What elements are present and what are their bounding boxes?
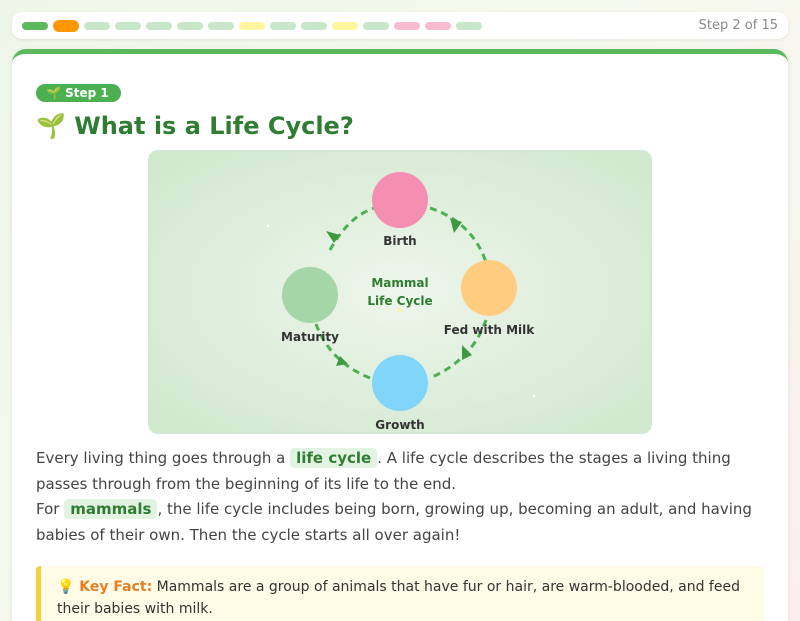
progress-step-15[interactable] (456, 21, 482, 30)
progress-step-6[interactable] (177, 21, 203, 30)
para2-text-before: For (36, 500, 60, 518)
paragraph-mammals: For mammals, the life cycle includes bei… (36, 497, 766, 548)
stage-birth-circle (372, 172, 428, 228)
stage-label-maturity: Maturity (281, 330, 339, 344)
stage-label-milk: Fed with Milk (443, 323, 535, 337)
progress-step-7[interactable] (208, 21, 234, 30)
stage-maturity-circle (282, 267, 338, 323)
key-fact-box: 💡 Key Fact: Mammals are a group of anima… (36, 566, 764, 621)
diagram-center-label: Mammal Life Cycle (367, 274, 432, 310)
arrowhead-icon (326, 231, 340, 243)
progress-step-10[interactable] (301, 21, 327, 30)
progress-step-2[interactable] (53, 19, 79, 32)
arrowhead-icon (450, 218, 462, 233)
progress-step-3[interactable] (84, 21, 110, 30)
lesson-card: 🌱 Step 1 🌱 What is a Life Cycle? Birth F… (12, 49, 788, 621)
progress-bar: Step 2 of 15 (12, 12, 788, 39)
life-cycle-diagram: Birth Fed with Milk Growth Maturity Mamm… (148, 150, 652, 434)
page-title: 🌱 What is a Life Cycle? (36, 112, 354, 140)
key-fact-label: 💡 Key Fact: (57, 579, 153, 595)
term-mammals: mammals (64, 499, 158, 519)
step-counter: Step 2 of 15 (698, 18, 778, 33)
term-life-cycle: life cycle (290, 448, 378, 468)
progress-step-12[interactable] (363, 21, 389, 30)
stage-milk-circle (461, 260, 517, 316)
stage-growth-circle (372, 355, 428, 411)
sparkle-dot (532, 394, 536, 398)
progress-step-5[interactable] (146, 21, 172, 30)
progress-step-11[interactable] (332, 21, 358, 30)
center-line-1: Mammal (371, 276, 429, 290)
sparkle-dot (266, 224, 270, 228)
progress-step-1[interactable] (22, 21, 48, 30)
progress-step-13[interactable] (394, 21, 420, 30)
stage-label-growth: Growth (375, 418, 425, 432)
progress-step-4[interactable] (115, 21, 141, 30)
arrowhead-icon (462, 345, 472, 360)
progress-step-14[interactable] (425, 21, 451, 30)
center-line-2: Life Cycle (367, 294, 433, 308)
progress-step-8[interactable] (239, 21, 265, 30)
progress-step-9[interactable] (270, 21, 296, 30)
arrow-birth-to-milk (429, 206, 488, 263)
key-fact-text: Mammals are a group of animals that have… (57, 579, 740, 617)
paragraph-intro: Every living thing goes through a life c… (36, 446, 766, 497)
stage-label-birth: Birth (383, 234, 417, 248)
step-badge: 🌱 Step 1 (36, 84, 121, 102)
progress-steps (22, 19, 482, 32)
para1-text-before: Every living thing goes through a (36, 449, 286, 467)
